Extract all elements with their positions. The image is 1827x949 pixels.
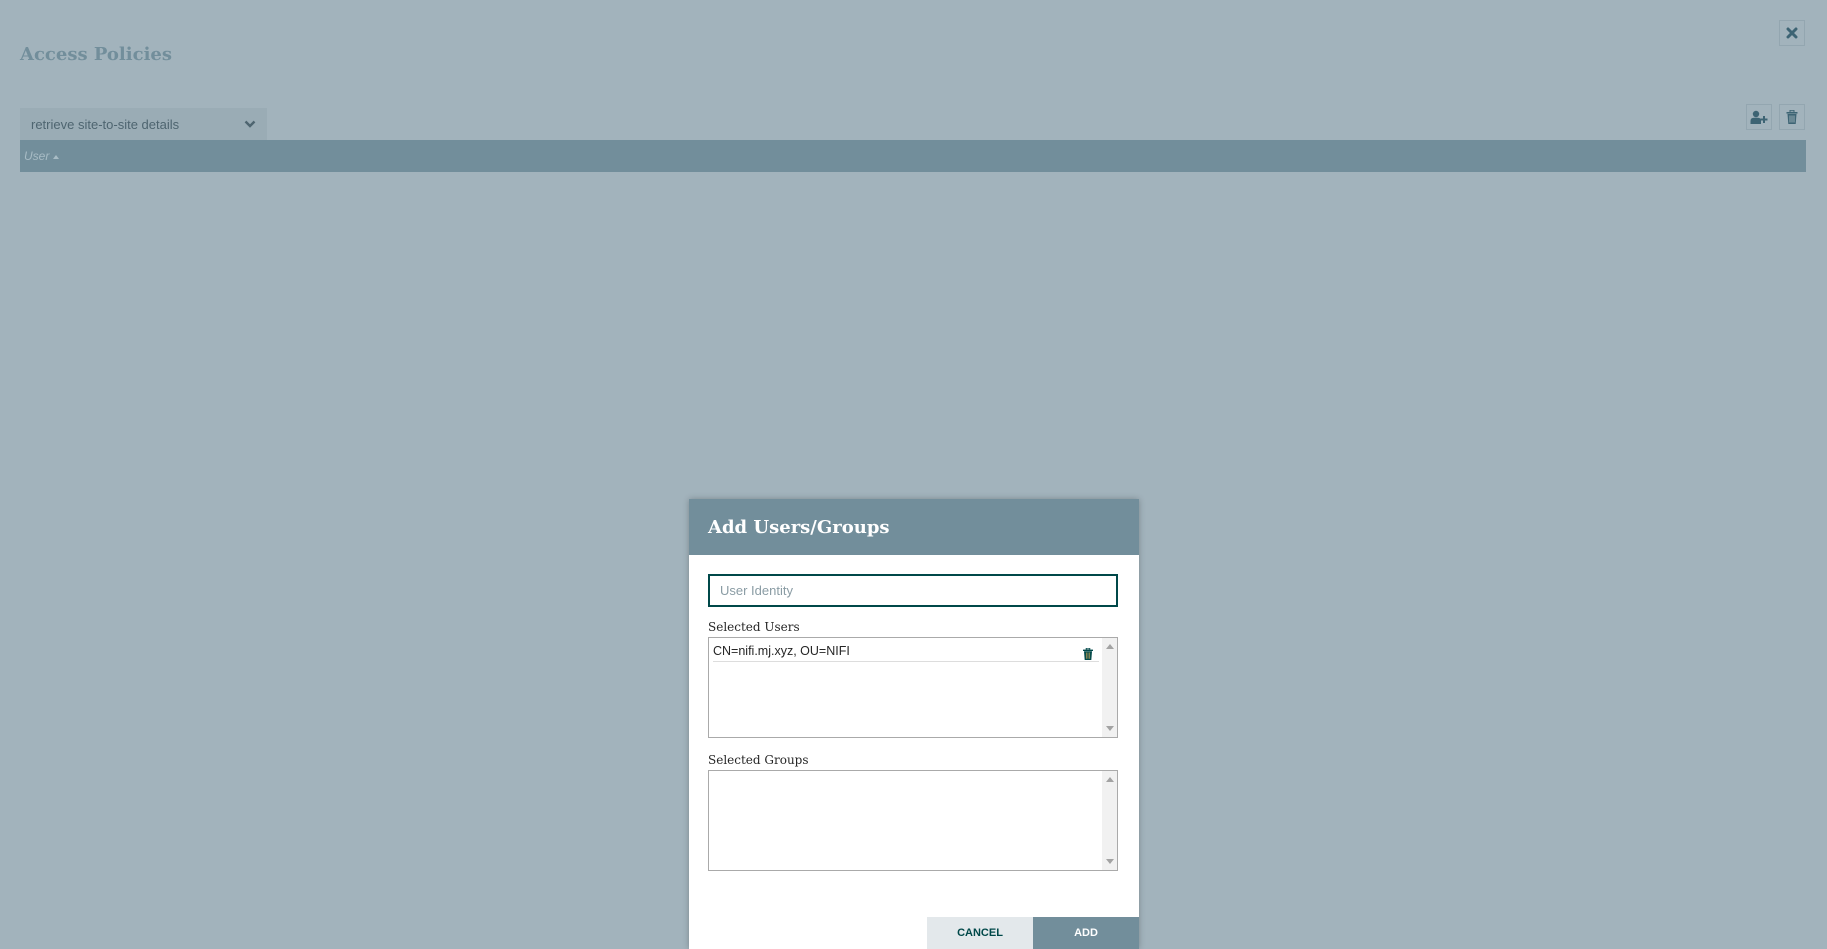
user-identity-input[interactable] (708, 574, 1118, 607)
selected-groups-list[interactable] (708, 770, 1118, 871)
selected-users-scrollbar[interactable] (1102, 638, 1117, 737)
user-plus-icon (1750, 110, 1768, 124)
scroll-up-icon[interactable] (1106, 777, 1114, 782)
add-user-button[interactable] (1746, 104, 1772, 130)
cancel-button[interactable]: CANCEL (927, 917, 1033, 949)
list-item[interactable]: CN=nifi.mj.xyz, OU=NIFI (713, 640, 1099, 662)
dialog-title: Add Users/Groups (708, 516, 890, 538)
sort-ascending-icon (53, 155, 60, 159)
remove-user-button[interactable] (1083, 647, 1093, 660)
policy-select[interactable]: retrieve site-to-site details (20, 108, 267, 140)
page-title: Access Policies (20, 44, 172, 65)
chevron-down-icon (244, 120, 256, 128)
table-header: User (20, 140, 1806, 172)
delete-button[interactable] (1779, 104, 1805, 130)
selected-users-list[interactable]: CN=nifi.mj.xyz, OU=NIFI (708, 637, 1118, 738)
trash-icon (1786, 110, 1798, 124)
trash-icon (1083, 647, 1093, 660)
scroll-down-icon[interactable] (1106, 726, 1114, 731)
column-header-user[interactable]: User (24, 149, 60, 163)
close-button[interactable] (1779, 20, 1805, 46)
selected-groups-scrollbar[interactable] (1102, 771, 1117, 870)
policy-select-value: retrieve site-to-site details (31, 116, 180, 132)
add-users-groups-dialog: Add Users/Groups Selected Users CN=nifi.… (689, 499, 1139, 949)
dialog-header: Add Users/Groups (689, 499, 1139, 555)
selected-users-label: Selected Users (708, 620, 800, 634)
close-icon (1786, 27, 1798, 39)
add-button[interactable]: ADD (1033, 917, 1139, 949)
scroll-up-icon[interactable] (1106, 644, 1114, 649)
scroll-down-icon[interactable] (1106, 859, 1114, 864)
column-header-label: User (24, 149, 50, 163)
selected-groups-label: Selected Groups (708, 753, 809, 767)
selected-user-name: CN=nifi.mj.xyz, OU=NIFI (713, 643, 850, 658)
